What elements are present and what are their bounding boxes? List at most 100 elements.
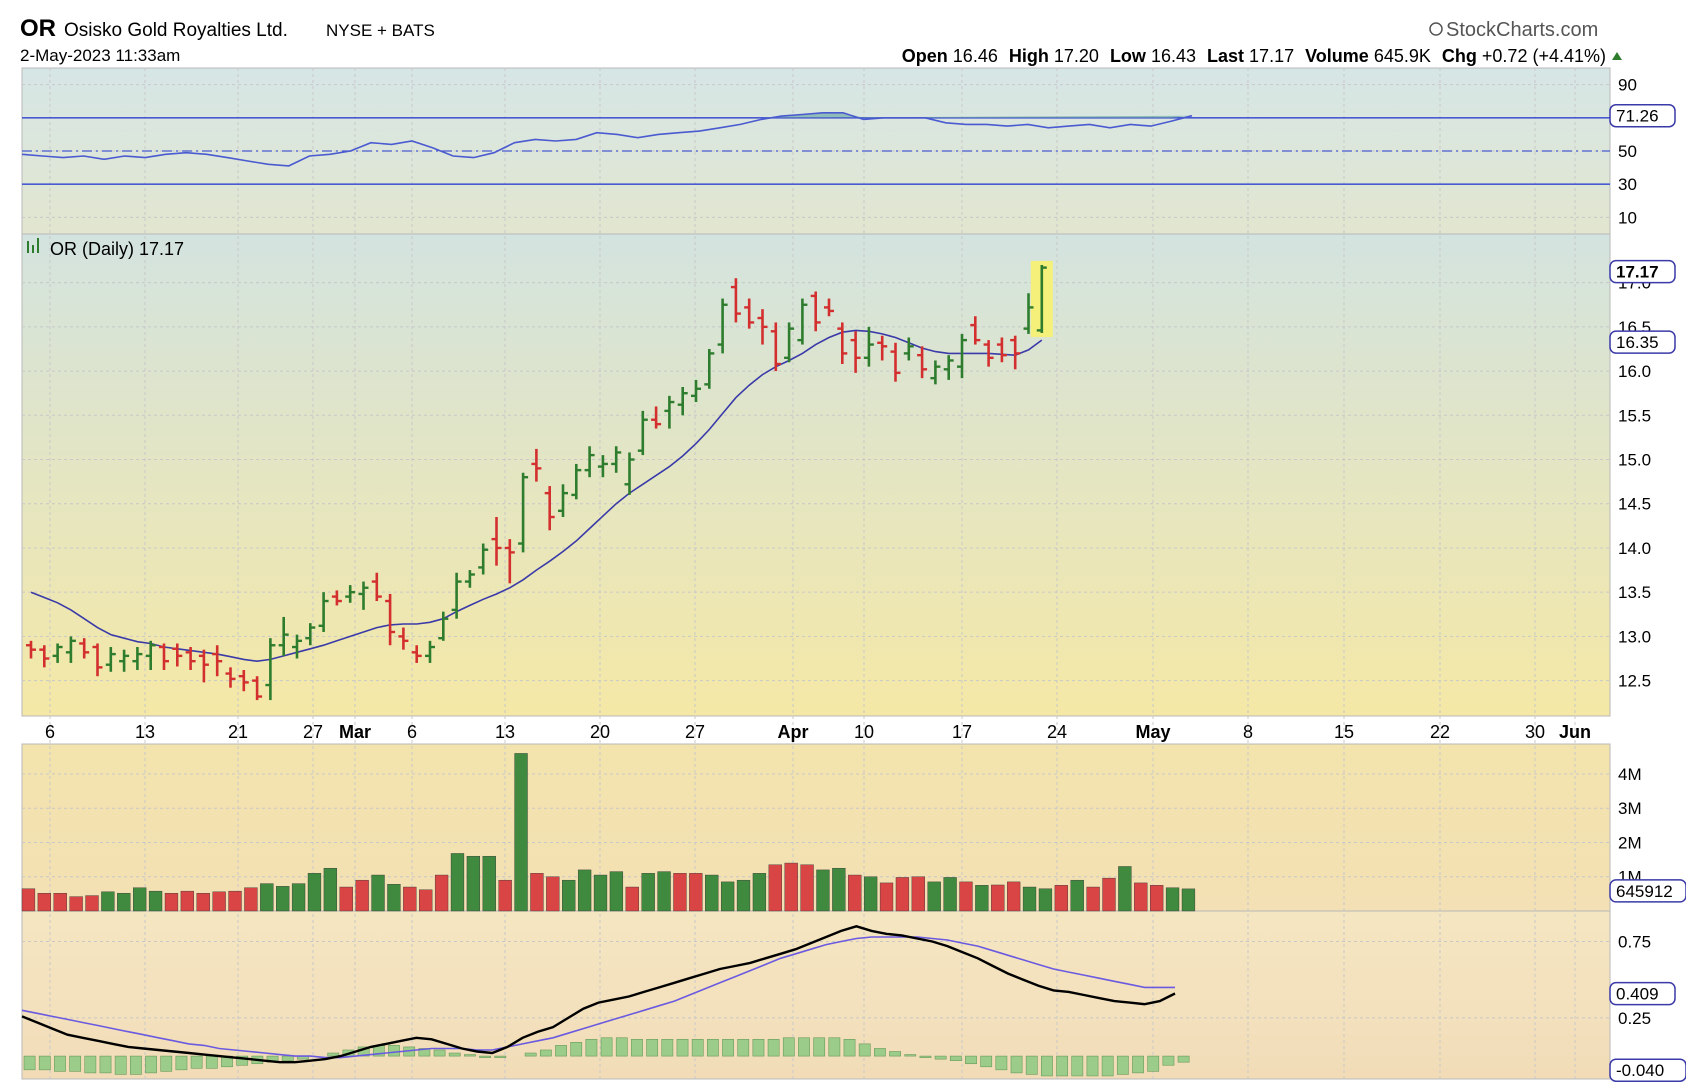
volume-bar xyxy=(196,892,210,912)
volume-bar xyxy=(641,873,655,912)
macd-histogram-bar xyxy=(555,1045,567,1057)
macd-histogram-bar xyxy=(676,1038,689,1057)
volume-bar xyxy=(991,884,1005,912)
x-tick-label: Mar xyxy=(339,722,371,742)
volume-bar xyxy=(133,887,147,912)
x-tick-label: 8 xyxy=(1243,722,1253,742)
x-tick-label: 10 xyxy=(854,722,874,742)
macd-histogram-bar xyxy=(160,1055,173,1072)
volume-bar xyxy=(832,867,846,912)
volume-bar xyxy=(339,886,353,912)
volume-bar xyxy=(323,867,338,912)
macd-histogram-bar xyxy=(782,1037,795,1057)
volume-bar xyxy=(943,877,957,912)
price-legend-label: OR (Daily) 17.17 xyxy=(50,239,184,259)
last-value: 17.17 xyxy=(1249,46,1294,66)
macd-tick-label: 0.75 xyxy=(1618,933,1651,952)
volume-bar xyxy=(180,890,194,912)
volume-bar xyxy=(371,874,385,912)
macd-histogram-bar xyxy=(615,1037,628,1057)
brand-name: StockCharts.com xyxy=(1446,19,1598,41)
macd-current-label: 0.409 xyxy=(1616,985,1659,1004)
x-tick-label: 20 xyxy=(590,722,610,742)
volume-current-label: 645912 xyxy=(1616,882,1673,901)
macd-histogram-bar xyxy=(585,1038,598,1057)
volume-bar xyxy=(117,892,131,912)
macd-histogram-bar xyxy=(1010,1055,1023,1074)
last-label: Last xyxy=(1207,46,1244,66)
macd-histogram-bar xyxy=(934,1055,947,1060)
volume-bar xyxy=(673,873,687,912)
rsi-tick-label: 30 xyxy=(1618,175,1637,194)
volume-bar xyxy=(498,879,512,912)
volume-tick-label: 2M xyxy=(1618,833,1642,852)
volume-bar xyxy=(85,895,99,912)
volume-bar xyxy=(705,874,719,912)
volume-bar xyxy=(101,891,115,912)
volume-bar xyxy=(816,869,830,912)
volume-bar xyxy=(848,874,862,912)
company-name: Osisko Gold Royalties Ltd. xyxy=(64,20,288,41)
volume-bar xyxy=(276,886,290,912)
x-tick-label: Apr xyxy=(778,722,809,742)
volume-bar xyxy=(879,882,894,912)
volume-bar xyxy=(752,873,767,912)
symbol: OR xyxy=(20,15,56,42)
volume-bar xyxy=(1054,885,1068,912)
macd-histogram-bar xyxy=(1041,1055,1053,1077)
volume-bar xyxy=(21,888,36,912)
brand-logo[interactable]: StockCharts.com xyxy=(1429,19,1598,41)
macd-histogram-bar xyxy=(190,1055,203,1069)
volume-bar xyxy=(546,876,560,912)
volume-bar xyxy=(1038,888,1053,912)
macd-histogram-bar xyxy=(23,1055,36,1071)
price-current-label: 17.17 xyxy=(1616,263,1659,282)
ma-current-label: 16.35 xyxy=(1616,333,1659,352)
price-tick-label: 12.5 xyxy=(1618,672,1651,691)
low-value: 16.43 xyxy=(1151,46,1196,66)
volume-bar xyxy=(562,879,576,912)
price-tick-label: 14.5 xyxy=(1618,495,1651,514)
macd-histogram-bar xyxy=(661,1038,674,1057)
volume-bar xyxy=(212,891,226,912)
volume-tick-label: 4M xyxy=(1618,765,1642,784)
macd-histogram-bar xyxy=(722,1038,734,1057)
macd-histogram-bar xyxy=(175,1055,188,1071)
volume-bar xyxy=(1165,887,1180,912)
volume-bar xyxy=(434,874,449,912)
x-tick-label: Jun xyxy=(1559,722,1591,742)
macd-histogram-bar xyxy=(874,1048,886,1057)
price-tick-label: 16.0 xyxy=(1618,362,1651,381)
volume-bar xyxy=(784,862,798,912)
volume-bar xyxy=(244,887,258,912)
stockchart: OR Osisko Gold Royalties Ltd. NYSE + BAT… xyxy=(0,0,1686,1086)
volume-bar xyxy=(228,890,242,912)
price-tick-label: 15.5 xyxy=(1618,406,1651,425)
macd-histogram-bar xyxy=(524,1052,537,1057)
price-tick-label: 15.0 xyxy=(1618,451,1651,470)
volume-bar xyxy=(37,892,51,912)
volume-bar xyxy=(530,873,544,912)
timestamp: 2-May-2023 11:33am xyxy=(20,46,180,65)
macd-histogram-bar xyxy=(691,1038,704,1057)
x-tick-label: 24 xyxy=(1047,722,1067,742)
macd-histogram-bar xyxy=(433,1049,446,1057)
volume-bar xyxy=(863,876,878,912)
volume-bar xyxy=(387,884,401,912)
open-value: 16.46 xyxy=(953,46,998,66)
volume-bar xyxy=(689,873,703,912)
macd-histogram-bar xyxy=(919,1055,932,1058)
volume-bar xyxy=(355,879,369,912)
macd-histogram-bar xyxy=(69,1055,82,1072)
volume-bar xyxy=(736,879,751,912)
price-tick-label: 14.0 xyxy=(1618,539,1651,558)
macd-histogram-bar xyxy=(494,1055,507,1058)
price-legend: OR (Daily) 17.17 xyxy=(27,238,184,259)
volume-bar xyxy=(911,876,925,912)
macd-tick-label: 0.25 xyxy=(1618,1009,1651,1028)
volume-bar xyxy=(959,881,973,912)
volume-bar xyxy=(895,877,910,912)
volume-bar xyxy=(1102,877,1116,912)
volume-bar xyxy=(466,855,481,912)
exchange: NYSE + BATS xyxy=(326,21,435,40)
